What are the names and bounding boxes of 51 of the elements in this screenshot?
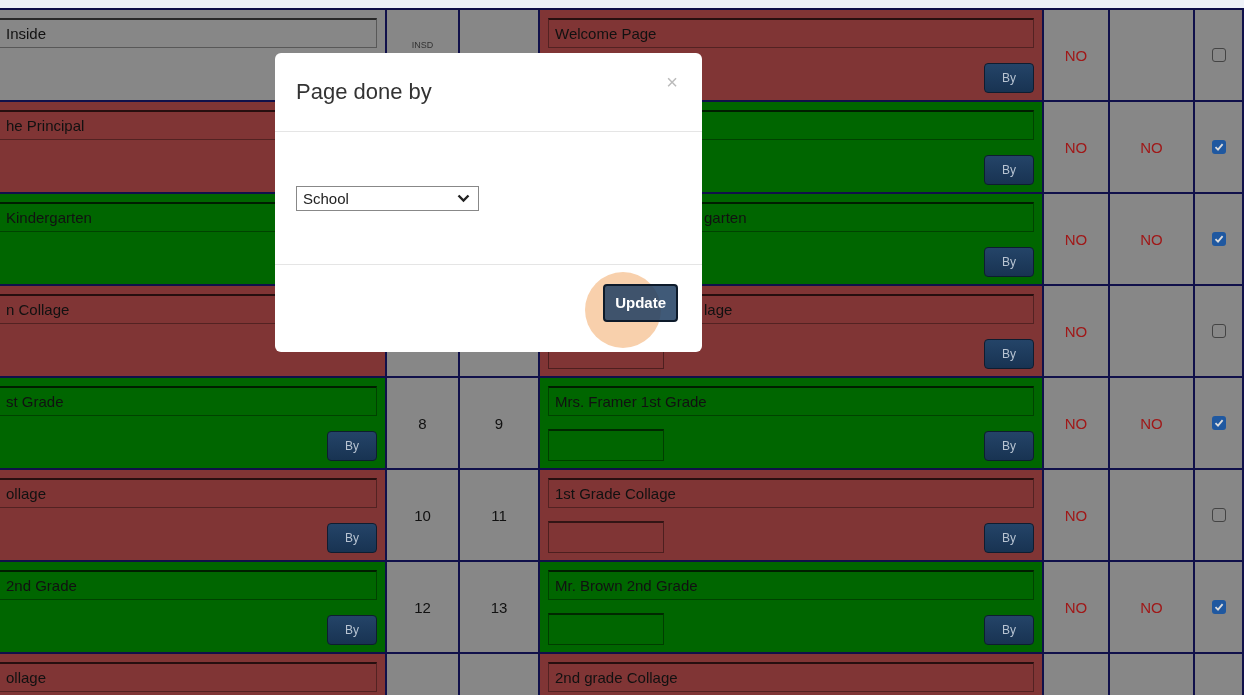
- table-cell: NO: [1044, 286, 1110, 376]
- table-cell: 13: [460, 562, 540, 652]
- page-title-field[interactable]: 2nd grade Collage: [548, 662, 1034, 692]
- by-button[interactable]: By: [984, 155, 1034, 185]
- checkbox[interactable]: [1211, 416, 1226, 430]
- table-cell: NO: [1044, 194, 1110, 284]
- by-button[interactable]: By: [327, 523, 377, 553]
- table-cell: 11: [460, 470, 540, 560]
- by-button[interactable]: By: [984, 523, 1034, 553]
- table-cell: NO: [1044, 10, 1110, 100]
- close-button[interactable]: ×: [666, 71, 678, 94]
- select-field[interactable]: School: [296, 185, 479, 211]
- page-title-field[interactable]: Mr. Brown 2nd Grade: [548, 570, 1034, 600]
- input-field[interactable]: [548, 429, 664, 461]
- by-button[interactable]: By: [984, 339, 1034, 369]
- table-cell: NO: [1044, 102, 1110, 192]
- checkbox[interactable]: [1211, 600, 1226, 614]
- table-cell: 12: [387, 562, 460, 652]
- checkbox[interactable]: [1211, 508, 1226, 522]
- table-cell: NO: [1110, 378, 1195, 468]
- page-title-field[interactable]: ollage: [0, 478, 377, 508]
- table-cell: NO: [1044, 562, 1110, 652]
- by-button[interactable]: By: [984, 63, 1034, 93]
- page-title-field[interactable]: 2nd Grade: [0, 570, 377, 600]
- page-title-field[interactable]: 1st Grade Collage: [548, 478, 1034, 508]
- input-field[interactable]: [548, 521, 664, 553]
- by-button[interactable]: By: [327, 615, 377, 645]
- table-cell: NO: [1110, 562, 1195, 652]
- table-cell: NO: [1044, 470, 1110, 560]
- table-cell: 9: [460, 378, 540, 468]
- table-cell: NO: [1044, 378, 1110, 468]
- page-title-field[interactable]: Welcome Page: [548, 18, 1034, 48]
- checkbox[interactable]: [1211, 140, 1226, 154]
- update-button[interactable]: Update: [603, 283, 678, 322]
- by-button[interactable]: By: [984, 247, 1034, 277]
- chevron-down-icon: [457, 193, 470, 203]
- checkbox[interactable]: [1211, 48, 1226, 62]
- by-button[interactable]: By: [327, 431, 377, 461]
- by-button[interactable]: By: [984, 431, 1034, 461]
- table-cell: 10: [387, 470, 460, 560]
- by-button[interactable]: By: [984, 615, 1034, 645]
- input-field[interactable]: [548, 613, 664, 645]
- page-title-field[interactable]: Mrs. Framer 1st Grade: [548, 386, 1034, 416]
- checkbox[interactable]: [1211, 324, 1226, 338]
- checkbox[interactable]: [1211, 232, 1226, 246]
- page-title-field[interactable]: ollage: [0, 662, 377, 692]
- table-cell: NO: [1110, 194, 1195, 284]
- page-title-field[interactable]: st Grade: [0, 386, 377, 416]
- page-title-field[interactable]: Inside: [0, 18, 377, 48]
- table-cell: NO: [1110, 102, 1195, 192]
- table-cell: 8: [387, 378, 460, 468]
